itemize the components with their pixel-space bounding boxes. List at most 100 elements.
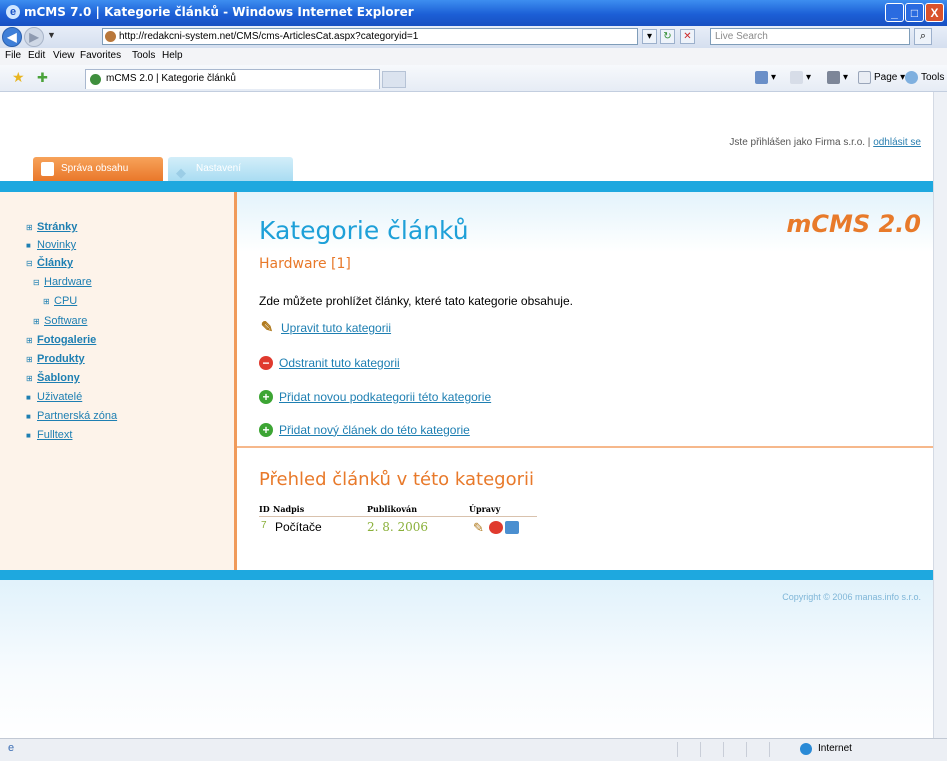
- zone-label: Internet: [818, 743, 852, 754]
- site-favicon-icon: [105, 31, 116, 42]
- browser-tab-title: mCMS 2.0 | Kategorie článků: [106, 73, 236, 84]
- pencil-icon: ✎: [260, 318, 274, 336]
- search-input[interactable]: Live Search: [710, 28, 910, 45]
- copyright-text: Copyright © 2006 manas.info s.r.o.: [782, 592, 921, 602]
- header-divider: [0, 181, 933, 192]
- back-button[interactable]: ◀: [2, 27, 22, 47]
- sidebar-item-uzivatele[interactable]: ■ Uživatelé: [26, 391, 82, 403]
- sidebar-item-stranky[interactable]: ⊞ Stránky: [26, 221, 77, 233]
- menu-file[interactable]: File: [5, 50, 21, 61]
- row-preview-icon[interactable]: [505, 521, 519, 534]
- address-input[interactable]: http://redakcni-system.net/CMS/cms-Artic…: [102, 28, 638, 45]
- page-status-icon: e: [8, 742, 15, 754]
- sidebar-item-produkty[interactable]: ⊞ Produkty: [26, 353, 85, 365]
- sidebar-item-hardware[interactable]: ⊟ Hardware: [33, 276, 92, 288]
- menu-bar: File Edit View Favorites Tools Help: [0, 48, 947, 66]
- tools-menu-label: Tools: [921, 72, 945, 84]
- logout-link[interactable]: odhlásit se: [873, 137, 921, 148]
- col-header-edits: Úpravy: [469, 504, 501, 514]
- login-info: Jste přihlášen jako Firma s.r.o. | odhlá…: [729, 137, 921, 148]
- document-icon: [41, 162, 54, 176]
- category-subtitle: Hardware [1]: [259, 256, 351, 272]
- internet-zone-icon: [800, 743, 812, 755]
- tab-favicon-icon: [90, 74, 101, 85]
- sidebar-item-clanky[interactable]: ⊟ Články: [26, 257, 73, 269]
- tab-content-management[interactable]: Správa obsahu: [33, 157, 163, 181]
- main-content: mCMS 2.0 Kategorie článků Hardware [1] Z…: [237, 192, 933, 570]
- row-published-date: 2. 8. 2006: [367, 520, 429, 534]
- search-icon[interactable]: ⌕: [914, 28, 932, 45]
- row-delete-icon[interactable]: [489, 521, 503, 534]
- feeds-icon[interactable]: ▾: [790, 71, 811, 84]
- tools-menu-button[interactable]: Tools ▾: [905, 71, 947, 84]
- page-footer: Copyright © 2006 manas.info s.r.o.: [0, 580, 933, 738]
- status-bar: e Internet: [0, 738, 947, 761]
- mcms-logo: mCMS 2.0: [786, 210, 921, 238]
- row-id: 7: [261, 520, 267, 531]
- menu-help[interactable]: Help: [162, 50, 183, 61]
- tab-settings[interactable]: ◆ Nastavení: [168, 157, 293, 181]
- stop-icon[interactable]: ✕: [680, 29, 695, 44]
- new-tab-button[interactable]: [382, 71, 406, 88]
- menu-edit[interactable]: Edit: [28, 50, 45, 61]
- sidebar-item-fulltext[interactable]: ■ Fulltext: [26, 429, 72, 441]
- menu-view[interactable]: View: [53, 50, 75, 61]
- add-favorite-icon[interactable]: ✚: [37, 70, 48, 86]
- maximize-button[interactable]: □: [905, 3, 924, 22]
- menu-favorites[interactable]: Favorites: [80, 50, 121, 61]
- delete-icon: −: [259, 355, 273, 370]
- tab-bar: ★ ✚ mCMS 2.0 | Kategorie článků ▾ ▾ ▾ Pa…: [0, 65, 947, 92]
- row-title: Počítače: [275, 520, 322, 534]
- add-icon: +: [259, 422, 273, 437]
- intro-text: Zde můžete prohlížet články, které tato …: [259, 294, 573, 308]
- status-cell: [723, 742, 746, 757]
- forward-button[interactable]: ▶: [24, 27, 44, 47]
- sidebar-item-software[interactable]: ⊞ Software: [33, 315, 87, 327]
- sidebar-item-partnerska-zona[interactable]: ■ Partnerská zóna: [26, 410, 117, 422]
- minimize-button[interactable]: _: [885, 3, 904, 22]
- address-text: http://redakcni-system.net/CMS/cms-Artic…: [119, 31, 419, 42]
- sidebar-item-sablony[interactable]: ⊞ Šablony: [26, 372, 80, 384]
- vertical-scrollbar[interactable]: [933, 92, 947, 738]
- ie-logo-icon: e: [6, 5, 20, 19]
- row-edit-pencil-icon[interactable]: ✎: [473, 521, 487, 534]
- status-cell: [769, 742, 792, 757]
- col-header-id: ID: [259, 504, 270, 514]
- sidebar-item-fotogalerie[interactable]: ⊞ Fotogalerie: [26, 334, 96, 346]
- window-title: mCMS 7.0 | Kategorie článků - Windows In…: [24, 5, 414, 19]
- window-titlebar: e mCMS 7.0 | Kategorie článků - Windows …: [0, 0, 947, 26]
- action-edit-category[interactable]: ✎ Upravit tuto kategorii: [259, 320, 391, 338]
- articles-section-title: Přehled článků v této kategorii: [259, 469, 534, 490]
- favorites-star-icon[interactable]: ★: [12, 69, 25, 86]
- delete-category-link[interactable]: Odstranit tuto kategorii: [279, 356, 400, 370]
- address-dropdown-icon[interactable]: ▾: [642, 29, 657, 44]
- action-add-subcategory[interactable]: + Přidat novou podkategorii této kategori…: [259, 389, 491, 407]
- col-header-title: Nadpis: [273, 504, 305, 514]
- history-dropdown-icon[interactable]: ▼: [47, 30, 56, 40]
- sidebar-item-cpu[interactable]: ⊞ CPU: [43, 295, 77, 307]
- add-icon: +: [259, 389, 273, 404]
- action-delete-category[interactable]: − Odstranit tuto kategorii: [259, 355, 400, 373]
- edit-category-link[interactable]: Upravit tuto kategorii: [281, 321, 391, 335]
- section-divider: [237, 446, 933, 448]
- tab-content-label: Správa obsahu: [61, 163, 129, 174]
- add-article-link[interactable]: Přidat nový článek do této kategorie: [279, 423, 470, 437]
- status-cell: [746, 742, 769, 757]
- action-add-article[interactable]: + Přidat nový článek do této kategorie: [259, 422, 470, 440]
- footer-divider: [0, 570, 933, 580]
- status-cell: [677, 742, 700, 757]
- table-header-line: [259, 516, 537, 517]
- page-viewport: Jste přihlášen jako Firma s.r.o. | odhlá…: [0, 92, 933, 738]
- home-icon[interactable]: ▾: [755, 71, 776, 84]
- page-menu-button[interactable]: Page ▾: [858, 71, 905, 84]
- address-toolbar: ◀ ▶ ▼ http://redakcni-system.net/CMS/cms…: [0, 26, 947, 49]
- refresh-icon[interactable]: ↻: [660, 29, 675, 44]
- print-icon[interactable]: ▾: [827, 71, 848, 84]
- menu-tools[interactable]: Tools: [132, 50, 155, 61]
- tab-settings-label: Nastavení: [196, 163, 242, 174]
- close-button[interactable]: X: [925, 3, 944, 22]
- add-subcategory-link[interactable]: Přidat novou podkategorii této kategorie: [279, 390, 491, 404]
- logged-in-text: Jste přihlášen jako Firma s.r.o. |: [729, 137, 871, 148]
- sidebar-item-novinky[interactable]: ■ Novinky: [26, 239, 76, 251]
- browser-tab-active[interactable]: mCMS 2.0 | Kategorie článků: [85, 69, 380, 89]
